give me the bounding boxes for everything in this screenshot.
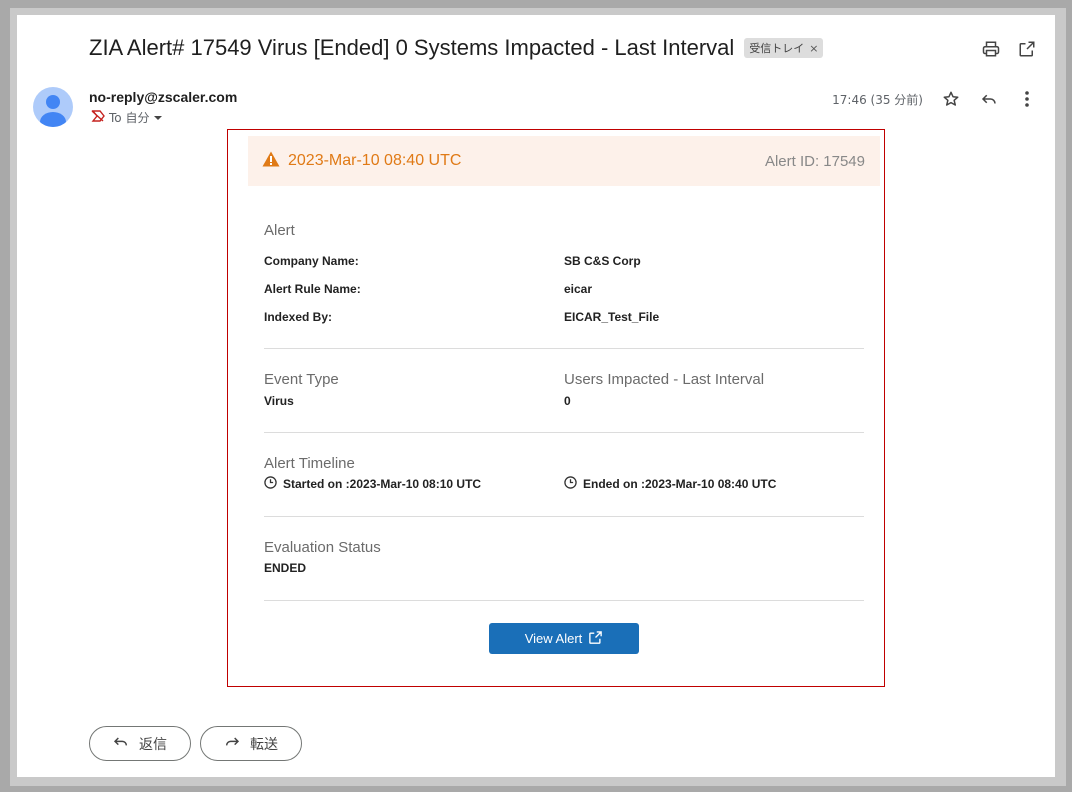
warning-icon — [262, 151, 280, 172]
view-alert-label: View Alert — [524, 631, 583, 646]
remove-label-icon[interactable]: × — [809, 42, 818, 55]
ended-row: Ended on :2023-Mar-10 08:40 UTC — [564, 476, 776, 492]
forward-button[interactable]: 転送 — [200, 726, 302, 761]
more-options-icon[interactable] — [1017, 89, 1037, 109]
reply-label: 返信 — [139, 736, 167, 753]
clock-icon — [264, 476, 277, 492]
reply-icon — [113, 735, 129, 753]
alert-email-body: 2023-Mar-10 08:40 UTC Alert ID: 17549 Al… — [227, 129, 885, 687]
indexed-by-value: EICAR_Test_File — [564, 310, 660, 324]
divider — [264, 348, 864, 349]
divider — [264, 600, 864, 601]
email-view: ZIA Alert# 17549 Virus [Ended] 0 Systems… — [17, 15, 1055, 777]
sender-email[interactable]: no-reply@zscaler.com — [89, 89, 237, 105]
alert-rule-value: eicar — [564, 282, 593, 296]
indexed-by-label: Indexed By: — [264, 310, 333, 324]
inbox-label-chip[interactable]: 受信トレイ × — [744, 38, 824, 58]
alert-banner-time: 2023-Mar-10 08:40 UTC — [288, 152, 462, 169]
received-time: 17:46 (35 分前) — [832, 92, 923, 107]
evaluation-status-title: Evaluation Status — [264, 539, 381, 556]
forward-label: 転送 — [250, 736, 278, 753]
started-time: Started on :2023-Mar-10 08:10 UTC — [283, 477, 482, 491]
ended-time: Ended on :2023-Mar-10 08:40 UTC — [583, 477, 777, 491]
inbox-label: 受信トレイ — [749, 42, 805, 55]
open-in-new-window-icon[interactable] — [1017, 39, 1037, 59]
star-icon[interactable] — [941, 89, 961, 109]
divider — [264, 432, 864, 433]
reply-button[interactable]: 返信 — [89, 726, 191, 761]
reply-icon[interactable] — [979, 89, 999, 109]
alert-rule-label: Alert Rule Name: — [264, 282, 361, 296]
alert-banner: 2023-Mar-10 08:40 UTC Alert ID: 17549 — [248, 136, 880, 186]
clock-icon — [564, 476, 577, 492]
company-name-label: Company Name: — [264, 254, 359, 268]
external-link-icon — [588, 630, 603, 648]
company-name-value: SB C&S Corp — [564, 254, 641, 268]
print-icon[interactable] — [981, 39, 1001, 59]
event-type-value: Virus — [264, 394, 294, 408]
email-subject: ZIA Alert# 17549 Virus [Ended] 0 Systems… — [89, 35, 735, 60]
started-row: Started on :2023-Mar-10 08:10 UTC — [264, 476, 481, 492]
users-impacted-title: Users Impacted - Last Interval — [564, 371, 765, 388]
sender-avatar[interactable] — [33, 87, 73, 127]
header-actions — [981, 39, 1037, 59]
important-off-icon — [91, 110, 105, 125]
event-type-title: Event Type — [264, 371, 339, 388]
recipient-text: To 自分 — [109, 111, 150, 125]
subject-row: ZIA Alert# 17549 Virus [Ended] 0 Systems… — [89, 35, 824, 61]
alert-id: Alert ID: 17549 — [764, 152, 865, 170]
alert-section-title: Alert — [264, 222, 295, 239]
evaluation-status-value: ENDED — [264, 561, 307, 575]
forward-icon — [224, 735, 240, 753]
users-impacted-value: 0 — [564, 394, 571, 408]
message-meta: 17:46 (35 分前) — [832, 89, 1037, 109]
divider — [264, 516, 864, 517]
recipient-row[interactable]: To 自分 — [91, 109, 163, 126]
chevron-down-icon[interactable] — [153, 111, 163, 125]
alert-timeline-title: Alert Timeline — [264, 455, 355, 472]
view-alert-button[interactable]: View Alert — [489, 623, 639, 654]
